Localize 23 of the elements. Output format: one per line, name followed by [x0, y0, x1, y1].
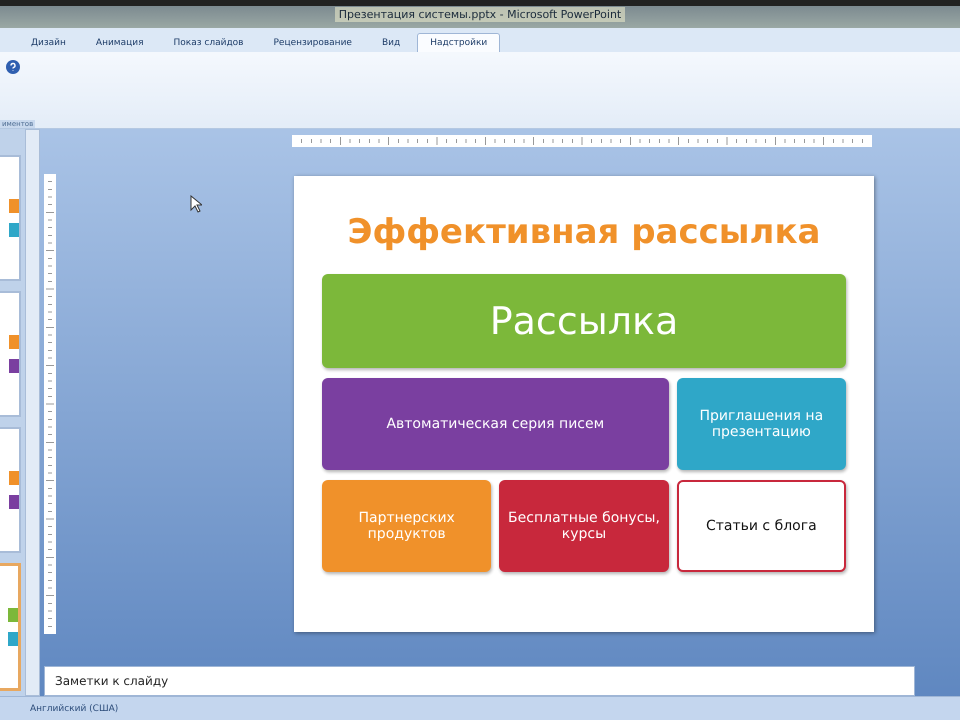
ribbon-tab[interactable]: Надстройки — [417, 33, 500, 52]
ribbon-tab[interactable]: Вид — [368, 33, 414, 52]
cursor-icon — [190, 195, 202, 213]
slide-thumbnail[interactable] — [0, 427, 21, 553]
diagram-block: Автоматическая серия писем — [322, 378, 669, 470]
slide-thumbnail[interactable] — [0, 291, 21, 417]
ribbon-tab[interactable]: Рецензирование — [260, 33, 365, 52]
diagram-block: Статьи с блога — [676, 480, 846, 572]
diagram-block: Приглашения на презентацию — [676, 378, 846, 470]
scrollbar[interactable] — [24, 129, 40, 696]
slide-thumbnail[interactable] — [0, 563, 21, 691]
diagram-block: Партнерских продуктов — [322, 480, 492, 572]
help-icon[interactable] — [6, 60, 20, 74]
ribbon-tab[interactable]: Показ слайдов — [160, 33, 256, 52]
diagram-block: Бесплатные бонусы, курсы — [499, 480, 669, 572]
window-title: Презентация системы.pptx - Microsoft PowerPoint — [334, 6, 626, 22]
ribbon-tab[interactable]: Дизайн — [18, 33, 79, 52]
slide-thumbnail[interactable] — [0, 155, 21, 281]
diagram-block: Рассылка — [322, 274, 846, 368]
language-indicator[interactable]: Английский (США) — [30, 704, 118, 714]
slide-title: Эффективная рассылка — [348, 212, 820, 252]
notes-field[interactable]: Заметки к слайду — [44, 666, 915, 696]
ribbon-tab[interactable]: Анимация — [82, 33, 157, 52]
